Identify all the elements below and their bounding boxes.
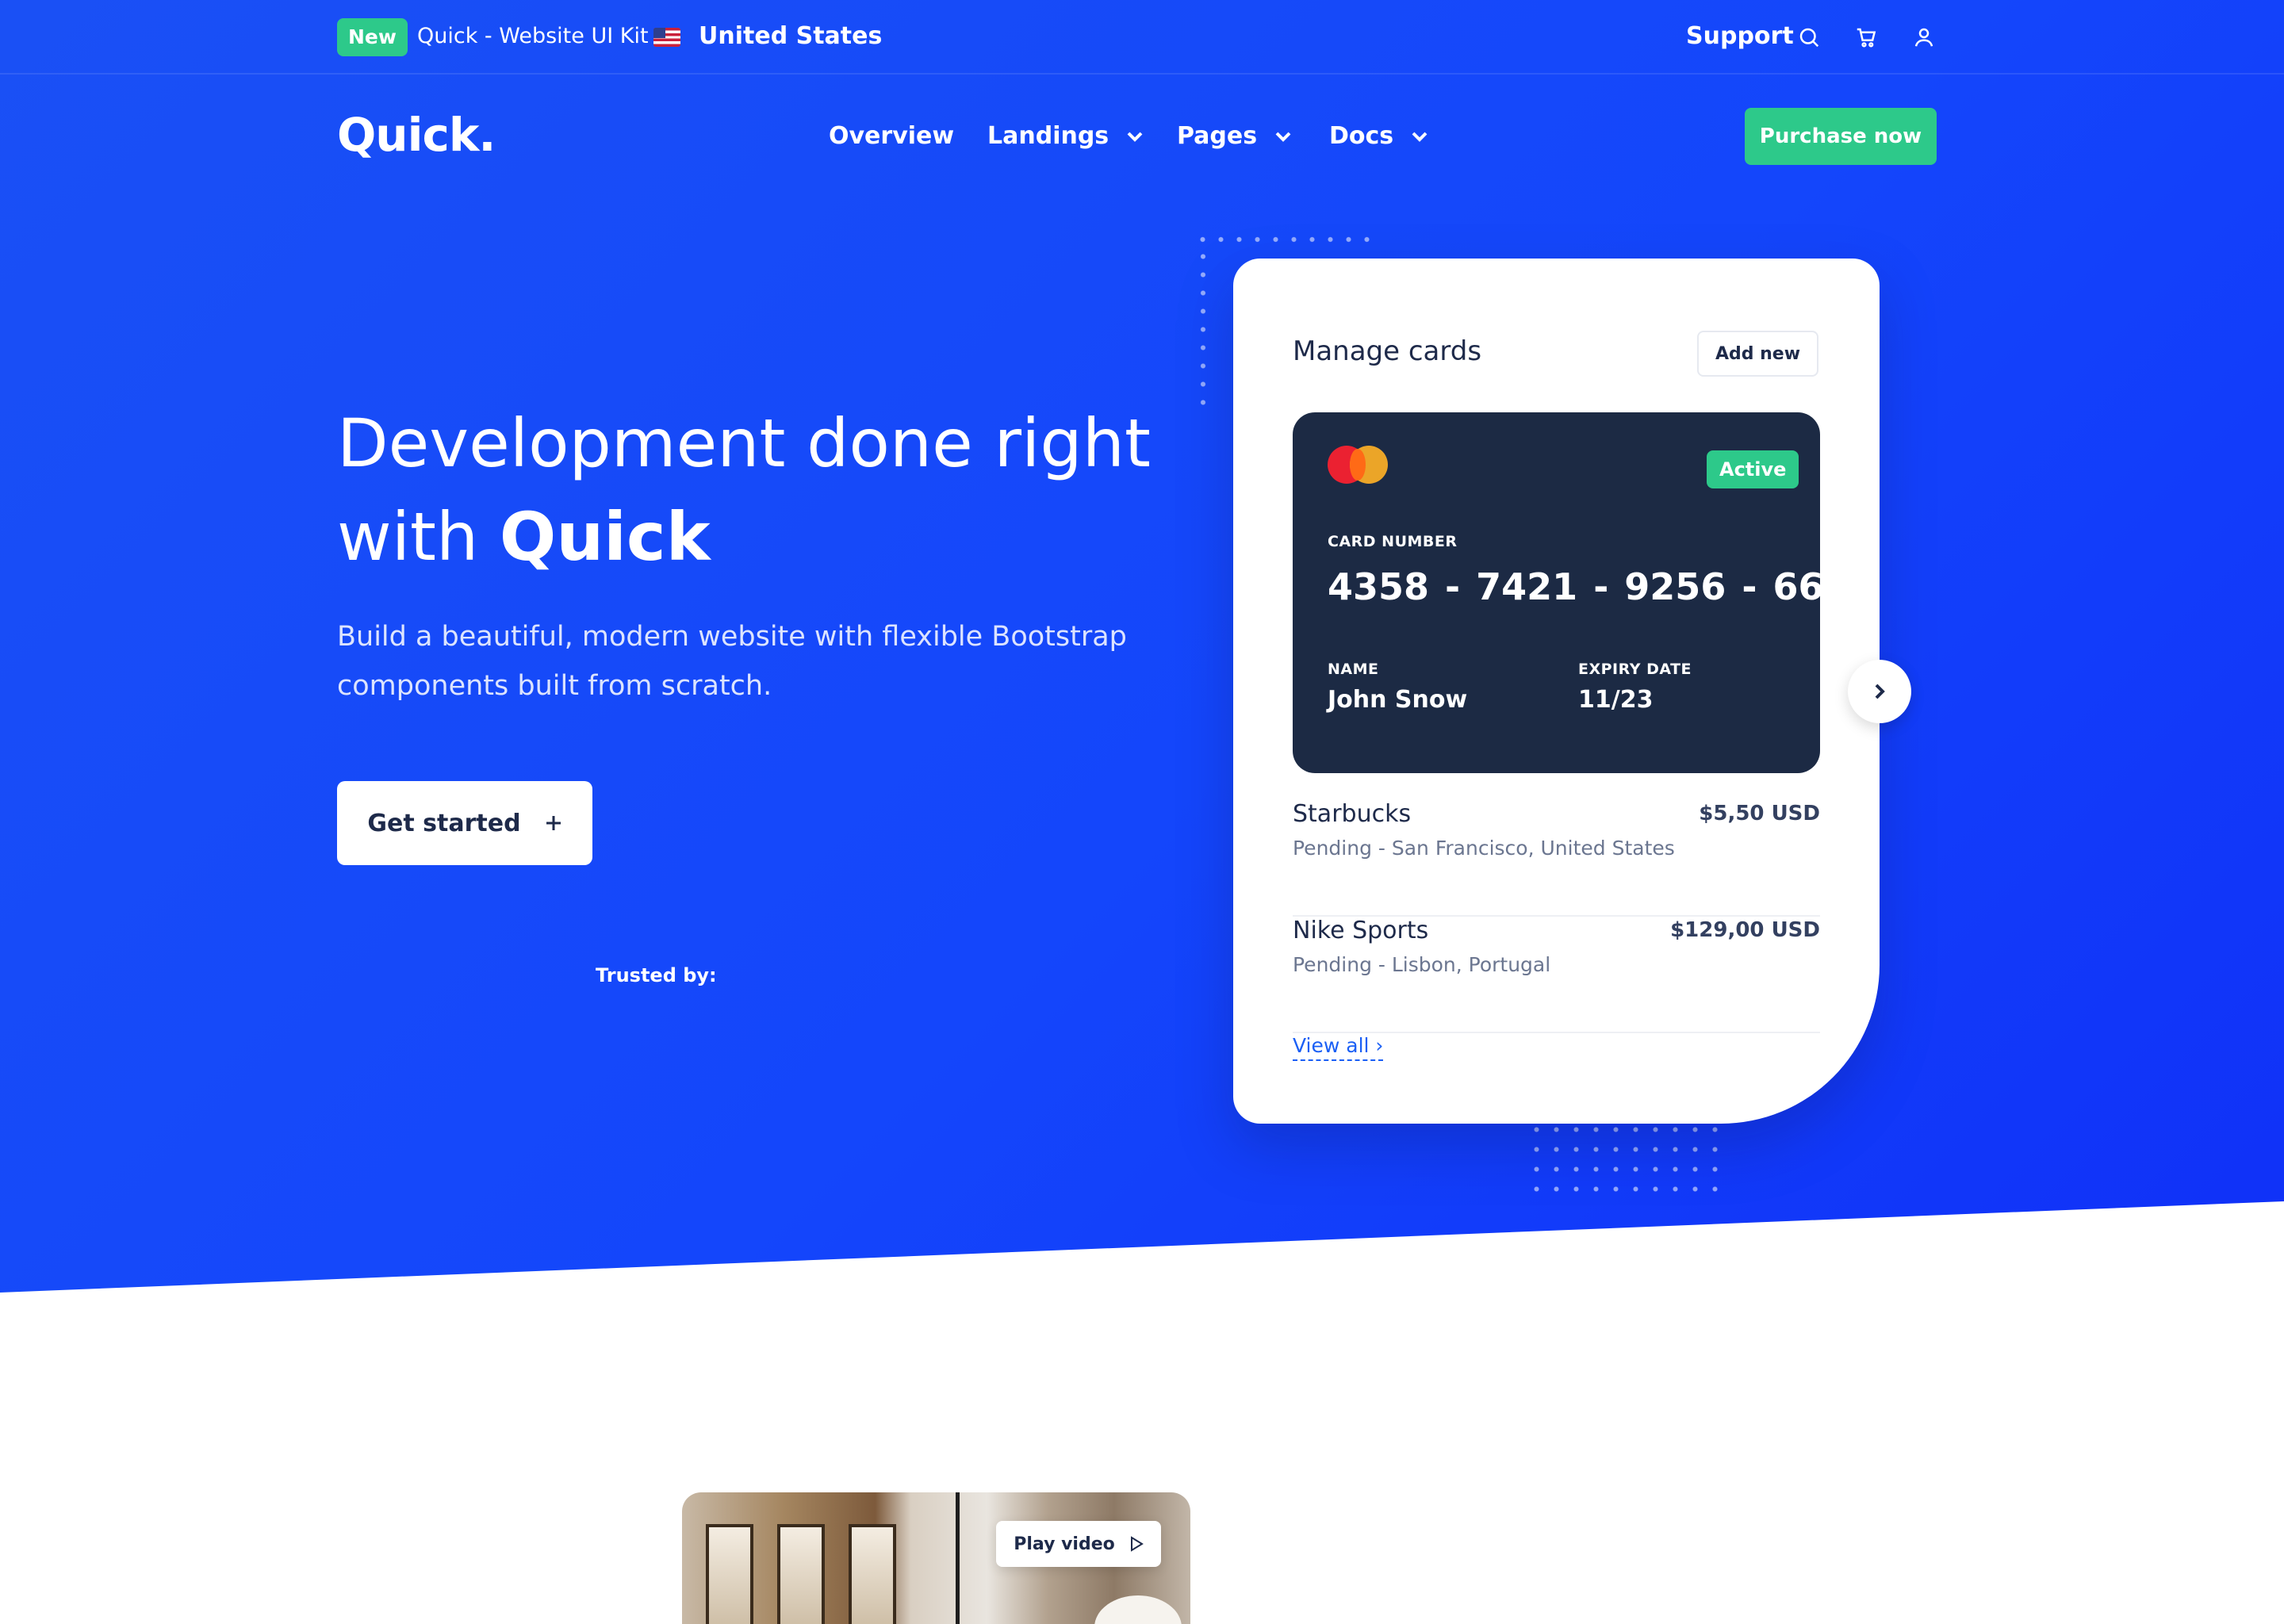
transaction-row[interactable]: Starbucks Pending - San Francisco, Unite…: [1293, 800, 1820, 917]
transaction-detail: Pending - Lisbon, Portugal: [1293, 953, 1551, 976]
nav-pages[interactable]: Pages: [1177, 122, 1292, 150]
nav-docs[interactable]: Docs: [1329, 122, 1428, 150]
next-card-button[interactable]: [1848, 660, 1911, 723]
transaction-merchant: Starbucks: [1293, 800, 1412, 828]
top-bar: New Quick - Website UI Kit United States…: [0, 0, 2284, 75]
transaction-row[interactable]: Nike Sports Pending - Lisbon, Portugal $…: [1293, 917, 1820, 1033]
hero-lead: Build a beautiful, modern website with f…: [337, 621, 1127, 702]
decorative-dots: [1194, 230, 1376, 249]
card-number: 4358 - 7421 - 9256 - 6682: [1328, 565, 1875, 608]
mastercard-logo-icon: [1328, 446, 1388, 484]
play-icon: [1130, 1536, 1144, 1552]
transaction-amount: $129,00 USD: [1670, 918, 1820, 942]
purchase-now-button[interactable]: Purchase now: [1745, 108, 1937, 165]
view-all-link[interactable]: View all ›: [1293, 1034, 1384, 1061]
us-flag-icon[interactable]: [653, 28, 680, 47]
panel-title: Manage cards: [1293, 335, 1482, 367]
card-name-label: NAME: [1328, 661, 1379, 678]
nav-label: Pages: [1177, 122, 1258, 150]
hero-title-line1: Development done right: [337, 404, 1151, 482]
kit-link[interactable]: Quick - Website UI Kit: [417, 24, 649, 48]
decorative-dots: [1527, 1120, 1725, 1199]
nav-overview[interactable]: Overview: [829, 122, 954, 150]
nav-label: Overview: [829, 122, 955, 150]
card-expiry-date: 11/23: [1578, 686, 1654, 714]
search-icon[interactable]: [1797, 25, 1821, 49]
logo[interactable]: Quick.: [337, 108, 496, 162]
transaction-amount: $5,50 USD: [1699, 802, 1820, 825]
cart-icon[interactable]: [1854, 25, 1878, 49]
nav-label: Landings: [987, 122, 1109, 150]
hero-title: Development done right with Quick: [337, 396, 1209, 584]
chevron-down-icon: [1275, 132, 1291, 142]
trusted-by-label: Trusted by:: [596, 964, 717, 986]
manage-cards-panel: Manage cards Add new Active CARD NUMBER …: [1233, 259, 1880, 1124]
user-icon[interactable]: [1912, 25, 1936, 49]
card-number-label: CARD NUMBER: [1328, 533, 1458, 550]
card-expiry-label: EXPIRY DATE: [1578, 661, 1692, 678]
chevron-down-icon: [1127, 132, 1143, 142]
nav-label: Docs: [1329, 122, 1394, 150]
country-selector[interactable]: United States: [699, 22, 882, 50]
status-badge: Active: [1707, 450, 1799, 488]
chevron-down-icon: [1412, 132, 1428, 142]
transaction-merchant: Nike Sports: [1293, 917, 1429, 944]
get-started-label: Get started: [367, 809, 521, 837]
card-holder-name: John Snow: [1328, 686, 1468, 714]
play-video-button[interactable]: Play video: [996, 1521, 1161, 1567]
transaction-detail: Pending - San Francisco, United States: [1293, 837, 1675, 860]
get-started-button[interactable]: Get started: [337, 781, 592, 865]
credit-card[interactable]: Active CARD NUMBER 4358 - 7421 - 9256 - …: [1293, 412, 1874, 773]
new-badge: New: [337, 18, 408, 56]
chevron-right-icon: [1875, 684, 1885, 699]
plus-icon: [546, 816, 561, 830]
play-video-label: Play video: [1014, 1534, 1115, 1554]
decorative-dots: [1194, 247, 1213, 414]
hero-title-prefix: with: [337, 498, 500, 576]
support-link[interactable]: Support: [1686, 22, 1794, 50]
add-new-button[interactable]: Add new: [1697, 331, 1818, 377]
nav-landings[interactable]: Landings: [987, 122, 1144, 150]
hero-title-emphasis: Quick: [499, 498, 711, 576]
